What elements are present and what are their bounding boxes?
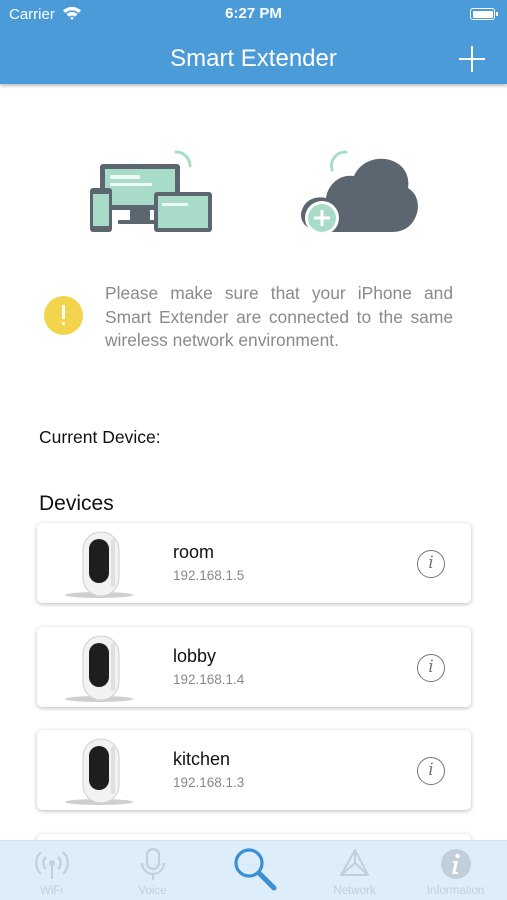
network-icon [338,847,372,881]
device-name: lobby [173,646,217,666]
network-notice-text: Please make sure that your iPhone and Sm… [105,283,453,350]
info-icon [439,847,473,881]
tab-label: Network [333,885,376,897]
device-card-room[interactable]: room 192.168.1.5 i [37,523,471,603]
microphone-icon [136,847,170,881]
tab-label: WiFi [40,885,63,897]
device-info-button[interactable]: i [417,654,445,682]
tab-label: Information [426,885,485,897]
tab-network[interactable]: Network [304,841,405,900]
device-name: room [173,542,215,562]
page-title: Smart Extender [170,45,337,72]
add-device-button[interactable] [457,44,487,74]
app-header: Carrier 6:27 PM Smart Extender [0,0,507,84]
tab-voice[interactable]: Voice [102,841,203,900]
info-icon: i [428,553,434,573]
battery-icon [470,8,498,20]
device-info-button[interactable]: i [417,757,445,785]
device-name: kitchen [173,749,231,769]
info-icon: i [428,657,434,677]
warning-icon [44,296,83,335]
cloud-plus-illustration [296,148,420,238]
device-ip: 192.168.1.5 [173,568,245,583]
wifi-signal-icon [35,847,69,881]
tab-bar: WiFi Voice Network Information [0,840,507,900]
current-device-label: Current Device: [39,427,161,447]
status-time: 6:27 PM [225,5,282,22]
extender-device-image [57,529,133,601]
extender-device-image [57,736,133,808]
devices-screens-illustration [88,148,214,236]
devices-section-title: Devices [39,492,114,515]
status-bar: Carrier 6:27 PM [0,0,507,28]
tab-search[interactable] [203,841,304,900]
tab-information[interactable]: Information [405,841,506,900]
search-icon [231,845,279,893]
tab-label: Voice [138,885,167,897]
device-ip: 192.168.1.4 [173,672,245,687]
info-icon: i [428,760,434,780]
device-card-lobby[interactable]: lobby 192.168.1.4 i [37,627,471,707]
tab-wifi[interactable]: WiFi [1,841,102,900]
device-card-kitchen[interactable]: kitchen 192.168.1.3 i [37,730,471,810]
extender-device-image [57,633,133,705]
device-info-button[interactable]: i [417,550,445,578]
device-ip: 192.168.1.3 [173,775,245,790]
